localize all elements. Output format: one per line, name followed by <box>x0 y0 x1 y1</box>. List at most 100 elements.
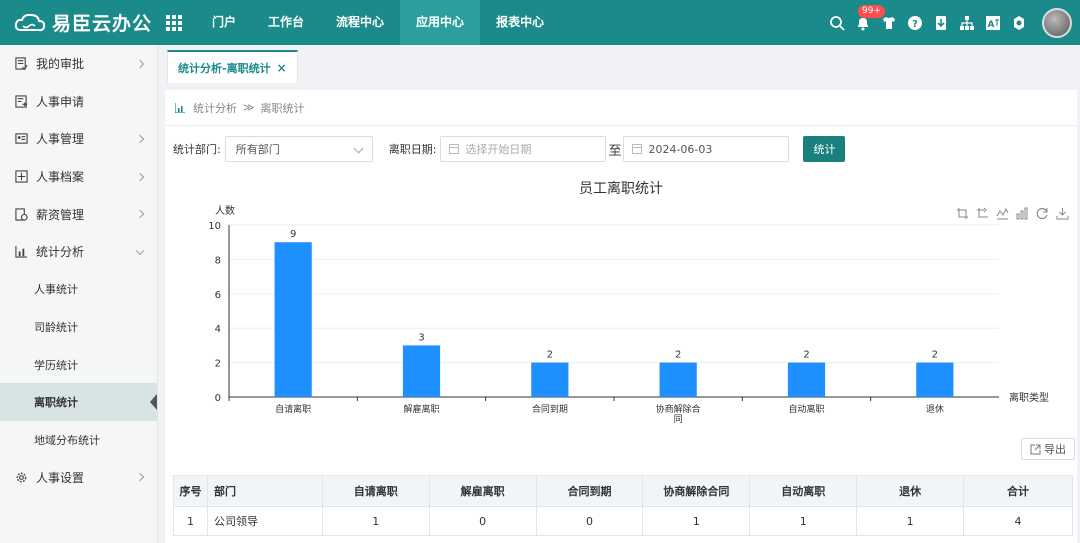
salary-icon <box>14 207 28 221</box>
bar-0 <box>274 242 312 397</box>
chevron-right-icon <box>135 134 145 144</box>
sidebar-item-hr-settings[interactable]: 人事设置 <box>0 459 157 497</box>
search-icon[interactable] <box>828 14 846 32</box>
bar-value-label: 2 <box>803 350 809 361</box>
sidebar-item-label: 我的审批 <box>36 57 85 72</box>
table-body: 1 公司领导 1 0 0 1 1 1 4 <box>173 506 1073 536</box>
table-header-cell: 自请离职 <box>321 475 430 507</box>
end-date-input[interactable]: 2024-06-03 <box>623 136 790 162</box>
top-bar: 易臣云办公 门户 工作台 流程中心 应用中心 报表中心 99+ ? A <box>0 0 1080 45</box>
sidebar-item-hr-apply[interactable]: 人事申请 <box>0 83 157 121</box>
filter-bar: 统计部门: 所有部门 离职日期: 选择开始日期 至 2024-06-03 统计 <box>173 136 846 162</box>
user-avatar[interactable] <box>1042 7 1072 38</box>
help-icon[interactable]: ? <box>906 14 924 32</box>
sidebar-item-hr-archive[interactable]: 人事档案 <box>0 158 157 196</box>
refresh-icon[interactable] <box>1035 206 1049 220</box>
y-axis-label: 人数 <box>215 204 235 217</box>
app-grid-icon[interactable] <box>164 13 184 33</box>
bar-chart-icon[interactable] <box>1015 206 1029 220</box>
table-row[interactable]: 1 公司领导 1 0 0 1 1 1 4 <box>173 506 1073 536</box>
nav-item-3[interactable]: 应用中心 <box>400 0 481 45</box>
bar-value-label: 3 <box>418 332 424 343</box>
chevron-down-icon <box>135 246 145 255</box>
zoom-icon[interactable] <box>955 206 969 220</box>
tabs-bar: 统计分析-离职统计 × <box>158 45 1080 83</box>
sidebar-subitem-resignation-stats[interactable]: 离职统计 <box>0 383 157 421</box>
table-cell: 公司领导 <box>206 506 323 536</box>
chevron-right-icon <box>135 473 145 482</box>
dept-select[interactable]: 所有部门 <box>224 136 373 162</box>
bar-1 <box>402 345 441 397</box>
tab-label: 统计分析-离职统计 <box>178 61 271 75</box>
x-tick-label: 自动离职 <box>788 403 824 415</box>
main-nav: 门户 工作台 流程中心 应用中心 报表中心 <box>196 0 560 45</box>
app-logo[interactable]: 易臣云办公 <box>0 9 151 36</box>
export-icon <box>1030 444 1041 454</box>
y-tick-label: 0 <box>215 393 221 404</box>
breadcrumb-parent[interactable]: 统计分析 <box>193 100 237 116</box>
download-icon[interactable] <box>932 14 950 32</box>
line-chart-icon[interactable] <box>995 206 1009 220</box>
cloud-logo-icon <box>14 12 46 34</box>
bar-value-label: 2 <box>675 350 681 361</box>
table-cell: 1 <box>856 506 965 536</box>
nav-item-0[interactable]: 门户 <box>196 0 252 45</box>
table-header-cell: 解雇离职 <box>428 475 537 507</box>
bar-value-label: 2 <box>547 350 553 361</box>
sidebar-item-salary[interactable]: 薪资管理 <box>0 195 157 233</box>
chevron-right-icon <box>135 209 145 219</box>
sidebar-item-label: 统计分析 <box>36 245 85 260</box>
chart-icon <box>14 245 28 259</box>
archive-icon <box>14 170 28 184</box>
table-header-cell: 部门 <box>206 475 323 507</box>
x-tick-label: 退休 <box>926 403 944 415</box>
bar-3 <box>659 362 697 397</box>
table-cell: 1 <box>749 506 858 536</box>
x-tick-label: 解雇离职 <box>403 403 439 415</box>
approval-icon <box>14 57 28 71</box>
sidebar-item-hr-manage[interactable]: 人事管理 <box>0 120 157 158</box>
nav-item-2[interactable]: 流程中心 <box>320 0 400 45</box>
table-cell: 1 <box>173 506 208 536</box>
start-date-input[interactable]: 选择开始日期 <box>440 136 607 162</box>
table-cell: 1 <box>321 506 430 536</box>
sidebar-subitem-region-stats[interactable]: 地域分布统计 <box>0 421 157 459</box>
sidebar-item-label: 人事档案 <box>36 170 85 185</box>
calendar-icon <box>449 144 460 154</box>
nav-item-1[interactable]: 工作台 <box>252 0 320 45</box>
sidebar-item-approval[interactable]: 我的审批 <box>0 45 157 83</box>
settings-icon[interactable] <box>1010 14 1028 32</box>
stats-button[interactable]: 统计 <box>803 136 846 162</box>
sidebar-subitem-tenure-stats[interactable]: 司龄统计 <box>0 308 157 346</box>
table-header-cell: 自动离职 <box>749 475 858 507</box>
calendar-icon <box>632 144 643 154</box>
translate-icon[interactable]: A <box>984 14 1002 32</box>
table-header-cell: 合计 <box>963 475 1073 507</box>
y-tick-label: 2 <box>215 359 221 370</box>
export-button[interactable]: 导出 <box>1021 438 1075 460</box>
sidebar-subitem-education-stats[interactable]: 学历统计 <box>0 346 157 384</box>
zoom-reset-icon[interactable] <box>975 206 989 220</box>
date-range-separator: 至 <box>608 143 622 159</box>
nav-item-4[interactable]: 报表中心 <box>480 0 560 45</box>
breadcrumb: 统计分析 ≫ 离职统计 <box>165 90 1077 126</box>
x-axis-label: 离职类型 <box>1009 391 1049 404</box>
gear-icon <box>14 470 28 484</box>
close-icon[interactable]: × <box>277 61 287 75</box>
chevron-right-icon <box>135 172 145 181</box>
y-tick-label: 6 <box>215 290 221 301</box>
table-header-cell: 序号 <box>173 475 208 507</box>
breadcrumb-separator: ≫ <box>243 101 255 114</box>
table-header-cell: 合同到期 <box>535 475 644 507</box>
x-tick-label: 同 <box>674 414 683 425</box>
sidebar-item-stats[interactable]: 统计分析 <box>0 233 157 271</box>
end-date-value: 2024-06-03 <box>648 142 713 156</box>
save-image-icon[interactable] <box>1055 206 1069 220</box>
tab-resignation-stats[interactable]: 统计分析-离职统计 × <box>167 50 298 83</box>
resignation-table: 序号 部门 自请离职 解雇离职 合同到期 协商解除合同 自动离职 退休 合计 1 公司领导 1 0 0 1… <box>173 475 1073 536</box>
org-chart-icon[interactable] <box>958 14 976 32</box>
breadcrumb-current: 离职统计 <box>260 101 305 115</box>
sidebar-subitem-hr-stats[interactable]: 人事统计 <box>0 271 157 309</box>
shirt-icon[interactable] <box>880 14 898 32</box>
bell-icon[interactable]: 99+ <box>854 4 885 32</box>
